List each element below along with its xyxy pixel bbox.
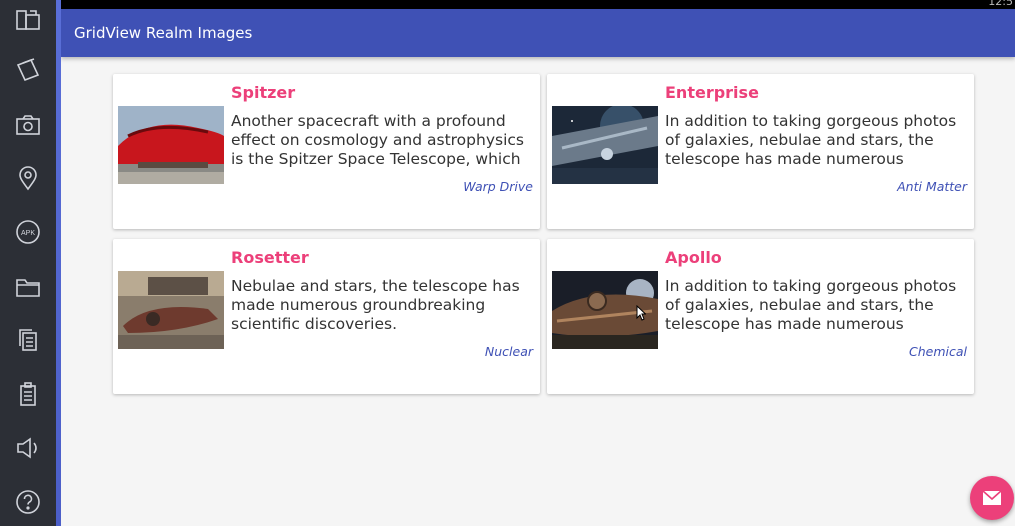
- paste-icon[interactable]: [8, 374, 48, 414]
- mail-icon: [982, 490, 1002, 505]
- app-title: GridView Realm Images: [74, 24, 253, 42]
- card-enterprise[interactable]: Enterprise In addition to taking gorgeou…: [547, 74, 974, 229]
- card-apollo[interactable]: Apollo In addition to taking gorgeous ph…: [547, 239, 974, 394]
- card-tag: Warp Drive: [463, 179, 533, 194]
- card-tag: Chemical: [909, 344, 967, 359]
- emulator-toolbar: APK: [0, 0, 56, 526]
- location-icon[interactable]: [8, 158, 48, 198]
- copy-icon[interactable]: [8, 320, 48, 360]
- card-title: Enterprise: [665, 83, 759, 102]
- folder-icon[interactable]: [8, 266, 48, 306]
- screenshot-icon[interactable]: [8, 50, 48, 90]
- volume-icon[interactable]: [8, 428, 48, 468]
- camera-icon[interactable]: [8, 105, 48, 145]
- card-image: [552, 106, 658, 184]
- mouse-cursor-icon: [636, 305, 646, 321]
- status-clock: 12:5: [988, 0, 1013, 8]
- card-tag: Anti Matter: [897, 179, 967, 194]
- card-description: In addition to taking gorgeous photos of…: [665, 277, 957, 333]
- card-description: In addition to taking gorgeous photos of…: [665, 112, 957, 168]
- card-tag: Nuclear: [484, 344, 533, 359]
- apk-icon[interactable]: APK: [8, 212, 48, 252]
- device-screen: 12:5 GridView Realm Images Spitzer Anoth…: [61, 0, 1015, 526]
- card-description: Another spacecraft with a profound effec…: [231, 112, 524, 168]
- card-spitzer[interactable]: Spitzer Another spacecraft with a profou…: [113, 74, 540, 229]
- card-rosetter[interactable]: Rosetter Nebulae and stars, the telescop…: [113, 239, 540, 394]
- card-title: Spitzer: [231, 83, 296, 102]
- card-image: [118, 271, 224, 349]
- status-bar: 12:5: [61, 0, 1015, 9]
- rotate-icon[interactable]: [8, 0, 48, 40]
- help-icon[interactable]: [8, 482, 48, 522]
- card-title: Rosetter: [231, 248, 309, 267]
- app-bar: GridView Realm Images: [61, 9, 1015, 57]
- apk-label: APK: [21, 230, 35, 237]
- compose-fab[interactable]: [970, 476, 1014, 520]
- card-description: Nebulae and stars, the telescope has mad…: [231, 277, 520, 333]
- card-image: [118, 106, 224, 184]
- card-title: Apollo: [665, 248, 722, 267]
